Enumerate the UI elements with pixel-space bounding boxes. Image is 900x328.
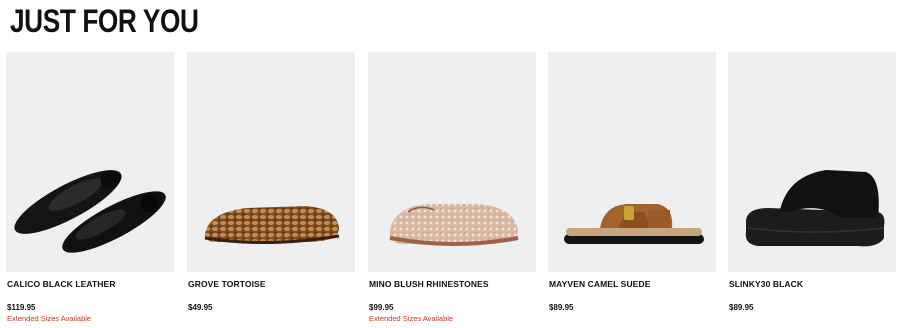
- extended-sizes-note: Extended Sizes Available: [369, 314, 454, 323]
- product-name[interactable]: MAYVEN CAMEL SUEDE: [549, 279, 650, 289]
- product-price: $89.95: [549, 303, 574, 312]
- black-platform-slide-icon: [745, 170, 885, 247]
- just-for-you-section: JUST FOR YOU CALICO BLACK LEATHER $119.9…: [0, 0, 900, 328]
- product-image[interactable]: [548, 52, 716, 272]
- section-title: JUST FOR YOU: [10, 3, 199, 39]
- product-price: $119.95: [7, 303, 36, 312]
- product-name[interactable]: MINO BLUSH RHINESTONES: [369, 279, 489, 289]
- product-name[interactable]: CALICO BLACK LEATHER: [7, 279, 116, 289]
- black-leather-ballet-flats-icon: [14, 170, 166, 253]
- mesh-rhinestone-flat-icon: [389, 204, 519, 246]
- extended-sizes-note: Extended Sizes Available: [7, 314, 92, 323]
- product-name[interactable]: SLINKY30 BLACK: [729, 279, 803, 289]
- product-card[interactable]: CALICO BLACK LEATHER $119.95 Extended Si…: [6, 52, 174, 328]
- product-name[interactable]: GROVE TORTOISE: [188, 279, 266, 289]
- woven-tortoise-flat-icon: [204, 206, 340, 245]
- product-grid: CALICO BLACK LEATHER $119.95 Extended Si…: [6, 52, 896, 328]
- product-image[interactable]: [368, 52, 536, 272]
- product-card[interactable]: MAYVEN CAMEL SUEDE $89.95: [548, 52, 716, 328]
- product-image[interactable]: [187, 52, 355, 272]
- product-price: $89.95: [729, 303, 754, 312]
- product-card[interactable]: SLINKY30 BLACK $89.95: [728, 52, 896, 328]
- product-card[interactable]: MINO BLUSH RHINESTONES $99.95 Extended S…: [368, 52, 536, 328]
- product-card[interactable]: GROVE TORTOISE $49.95: [187, 52, 355, 328]
- product-image[interactable]: [728, 52, 896, 272]
- product-image[interactable]: [6, 52, 174, 272]
- product-price: $99.95: [369, 303, 394, 312]
- product-price: $49.95: [188, 303, 213, 312]
- camel-suede-sandal-icon: [564, 204, 704, 244]
